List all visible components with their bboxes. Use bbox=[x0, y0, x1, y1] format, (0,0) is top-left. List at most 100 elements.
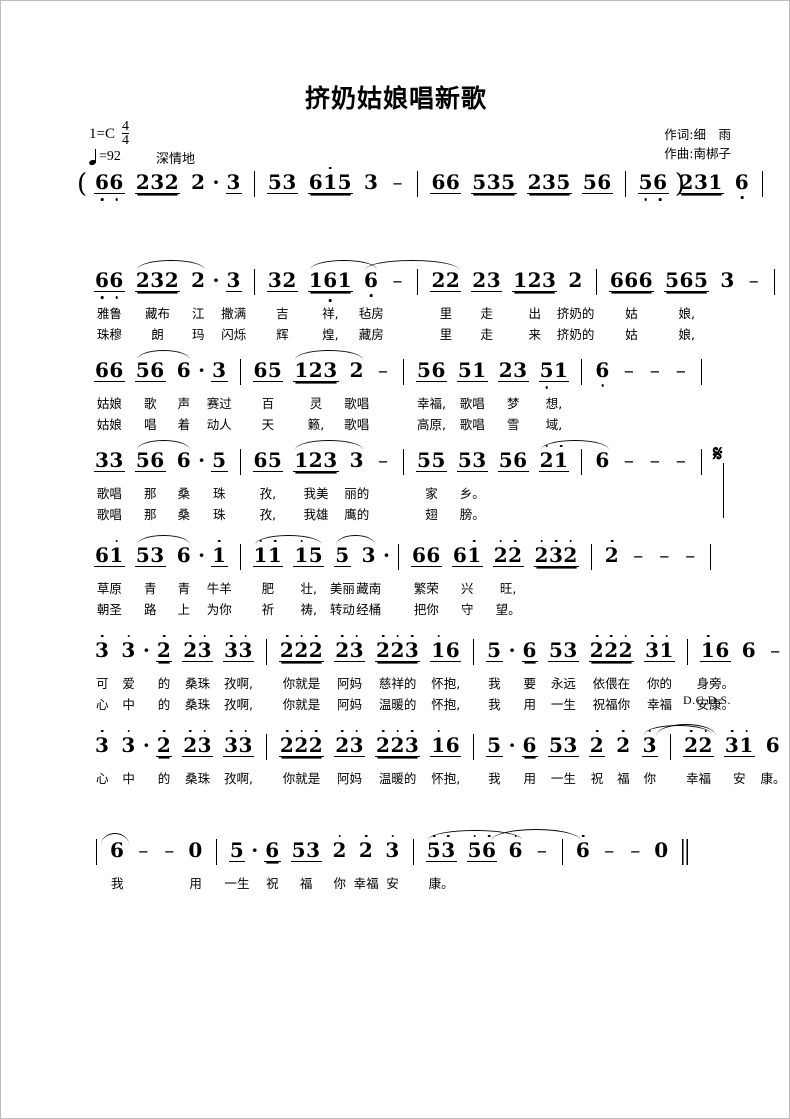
note: 5 bbox=[548, 733, 564, 757]
note: 6 bbox=[109, 170, 124, 194]
measure: 65 123 2– bbox=[248, 359, 397, 382]
note: 2 bbox=[589, 733, 605, 757]
note: 1 bbox=[294, 358, 309, 382]
note: 2 bbox=[376, 733, 391, 757]
note: 3 bbox=[404, 733, 420, 757]
note-group: 535 bbox=[471, 170, 517, 194]
note: 1 bbox=[553, 358, 569, 382]
note-group: 16 bbox=[430, 639, 462, 662]
note: 2 bbox=[498, 358, 514, 382]
note: 5 bbox=[665, 268, 680, 292]
lyric-syllable: 珠穆 bbox=[96, 327, 122, 342]
lyric-syllable: 百 bbox=[261, 396, 275, 411]
note: 5 bbox=[135, 358, 151, 382]
lyric-syllable: 玛 bbox=[192, 327, 205, 342]
note-group: 232 bbox=[134, 171, 181, 194]
lyric-syllable: 身旁。 bbox=[696, 676, 735, 691]
lyric-syllable: 翅 bbox=[425, 507, 438, 522]
note: 2 bbox=[294, 733, 309, 757]
note-group: 5 bbox=[228, 839, 246, 862]
duration-dash: – bbox=[138, 838, 149, 862]
lyric-syllable: 祈 bbox=[261, 602, 275, 617]
measure: 53 56 6– bbox=[421, 839, 555, 862]
note: 2 bbox=[279, 733, 295, 757]
lyric-syllable: 路 bbox=[144, 602, 157, 617]
lyric-syllable: 青 bbox=[177, 581, 191, 596]
lyric-syllable: 走 bbox=[480, 306, 493, 321]
note-group: 66 bbox=[94, 269, 125, 292]
barline bbox=[710, 544, 712, 570]
augmentation-dot: · bbox=[198, 543, 206, 567]
note: 2 bbox=[156, 733, 172, 757]
note: 6 bbox=[109, 268, 124, 292]
note: 6 bbox=[95, 268, 110, 292]
lyric-syllable: 桑珠 bbox=[185, 676, 211, 691]
barline bbox=[239, 544, 241, 570]
note-group: 56 bbox=[466, 839, 498, 862]
note-group: 23 bbox=[334, 638, 366, 662]
note: 3 bbox=[306, 838, 321, 862]
lyric-syllable: 辉 bbox=[276, 327, 289, 342]
note: 2 bbox=[493, 543, 509, 567]
lyric-syllable: 的 bbox=[157, 771, 171, 786]
note: 3 bbox=[486, 268, 502, 292]
note: 2 bbox=[616, 733, 631, 757]
barline bbox=[253, 171, 255, 197]
note: 6 bbox=[513, 448, 528, 472]
lyric-syllable: 用 bbox=[189, 876, 202, 891]
lyric-syllable: 安 bbox=[733, 771, 746, 786]
lyric-syllable: 灵 bbox=[309, 396, 323, 411]
note-group: 6 bbox=[741, 639, 757, 661]
note: 5 bbox=[498, 448, 514, 472]
lyric-row-2: 心中的桑珠 孜啊, 你就是 阿妈 温暖的 怀抱, 我用一生 祝福你 幸福 安康。 bbox=[89, 694, 734, 715]
note-group: 6 bbox=[594, 449, 610, 471]
lyric-syllable: 歌唱 bbox=[459, 417, 485, 432]
segno-stem bbox=[723, 463, 725, 518]
lyric-syllable: 祝 bbox=[590, 771, 604, 786]
note: 1 bbox=[294, 543, 309, 567]
note: 2 bbox=[527, 170, 542, 194]
staff-line-chorus-1: 33·2233322223223165·65322231166––可爱的桑珠孜啊… bbox=[1, 639, 790, 715]
staff-line-intro: 66 232 2 · 3 53 615 3–66 535 235 56 56 231 6() bbox=[1, 169, 790, 205]
note: 5 bbox=[457, 448, 473, 472]
note-row: 66 232 2 · 3 53 615 3–66 535 235 56 56 231 6 bbox=[89, 170, 764, 205]
lyric-syllable: 江 bbox=[192, 306, 205, 321]
note: 3 bbox=[95, 733, 110, 757]
note: 5 bbox=[135, 448, 151, 472]
note-group: 3 bbox=[363, 171, 379, 193]
lyric-syllable: 歌唱 bbox=[96, 486, 122, 501]
note: 1 bbox=[294, 448, 309, 472]
lyric-syllable: 要 bbox=[523, 676, 536, 691]
note: 2 bbox=[279, 638, 295, 662]
note: 3 bbox=[541, 268, 557, 292]
duration-dash: – bbox=[685, 543, 696, 567]
note-group: 56 bbox=[134, 448, 166, 472]
note: 5 bbox=[501, 170, 516, 194]
note: 5 bbox=[487, 733, 502, 757]
note-group: 65 bbox=[252, 449, 284, 472]
note: 2 bbox=[335, 638, 350, 662]
lyric-syllable: 梦 bbox=[506, 396, 520, 411]
lyric-syllable: 祝 bbox=[266, 876, 279, 891]
note: 6 bbox=[150, 448, 165, 472]
note: 6 bbox=[715, 638, 730, 662]
lyric-syllable: 珠 bbox=[213, 486, 226, 501]
augmentation-dot: · bbox=[508, 638, 516, 662]
note-group: 2 bbox=[349, 359, 365, 381]
lyric-syllable: 籁, bbox=[307, 417, 325, 432]
barline bbox=[239, 359, 241, 385]
augmentation-dot: · bbox=[212, 170, 220, 194]
barline bbox=[265, 734, 267, 760]
note-row: 33·2233322223223165·65322322316– bbox=[89, 733, 780, 768]
note: 2 bbox=[308, 638, 324, 662]
barline bbox=[253, 269, 255, 295]
note-group: 3 bbox=[94, 639, 110, 661]
note: 0 bbox=[654, 838, 669, 862]
measure: 65 123 3– bbox=[248, 449, 397, 472]
note: 6 bbox=[95, 543, 110, 567]
note: 5 bbox=[582, 170, 598, 194]
lyric-row-2: 姑娘唱着动人天籁, 歌唱 高原, 歌唱雪域, bbox=[89, 414, 703, 435]
lyric-row-1: 雅鲁 藏布 江 撒满 吉 祥, 毡房 里 走 出挤奶的 姑 娘, bbox=[89, 303, 703, 324]
note-group: 3 bbox=[120, 639, 136, 661]
note: 6 bbox=[741, 638, 757, 662]
